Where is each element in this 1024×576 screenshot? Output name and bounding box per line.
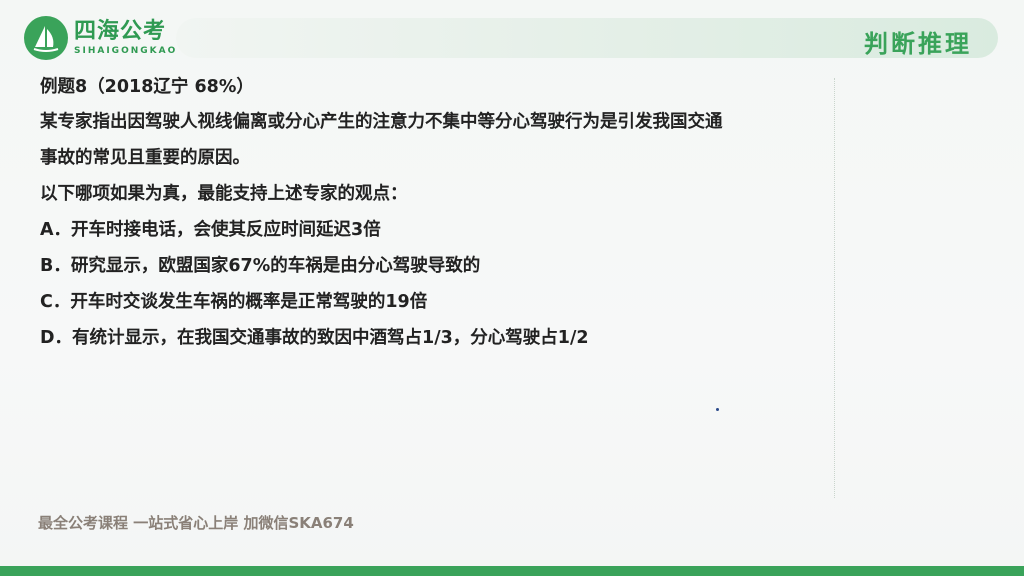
brand-logo: 四海公考 SIHAIGONGKAO: [24, 16, 177, 60]
option-a: A．开车时接电话，会使其反应时间延迟3倍: [40, 220, 381, 240]
brand-name-cn: 四海公考: [74, 18, 167, 44]
content-divider: [834, 78, 835, 498]
header-bar: 判断推理: [176, 18, 998, 58]
promo-text: 最全公考课程 一站式省心上岸 加微信SKA674: [38, 514, 354, 532]
question-title: 例题8（2018辽宁 68%）: [40, 77, 254, 97]
sailboat-icon: [24, 16, 68, 60]
option-c: C．开车时交谈发生车祸的概率是正常驾驶的19倍: [40, 292, 428, 312]
question-stem-line-1: 某专家指出因驾驶人视线偏离或分心产生的注意力不集中等分心驾驶行为是引发我国交通: [40, 112, 723, 132]
slide: 四海公考 SIHAIGONGKAO 判断推理 例题8（2018辽宁 68%） 某…: [0, 0, 1024, 576]
option-b: B．研究显示，欧盟国家67%的车祸是由分心驾驶导致的: [40, 256, 481, 276]
brand-name-en: SIHAIGONGKAO: [74, 45, 178, 56]
bottom-bar: [0, 566, 1024, 576]
section-title: 判断推理: [864, 30, 972, 58]
question-prompt: 以下哪项如果为真，最能支持上述专家的观点：: [40, 184, 408, 204]
pointer-dot: [716, 408, 719, 411]
question-content: 例题8（2018辽宁 68%） 某专家指出因驾驶人视线偏离或分心产生的注意力不集…: [40, 76, 830, 356]
question-stem-line-2: 事故的常见且重要的原因。: [40, 148, 250, 168]
option-d: D．有统计显示，在我国交通事故的致因中酒驾占1/3，分心驾驶占1/2: [40, 328, 589, 348]
